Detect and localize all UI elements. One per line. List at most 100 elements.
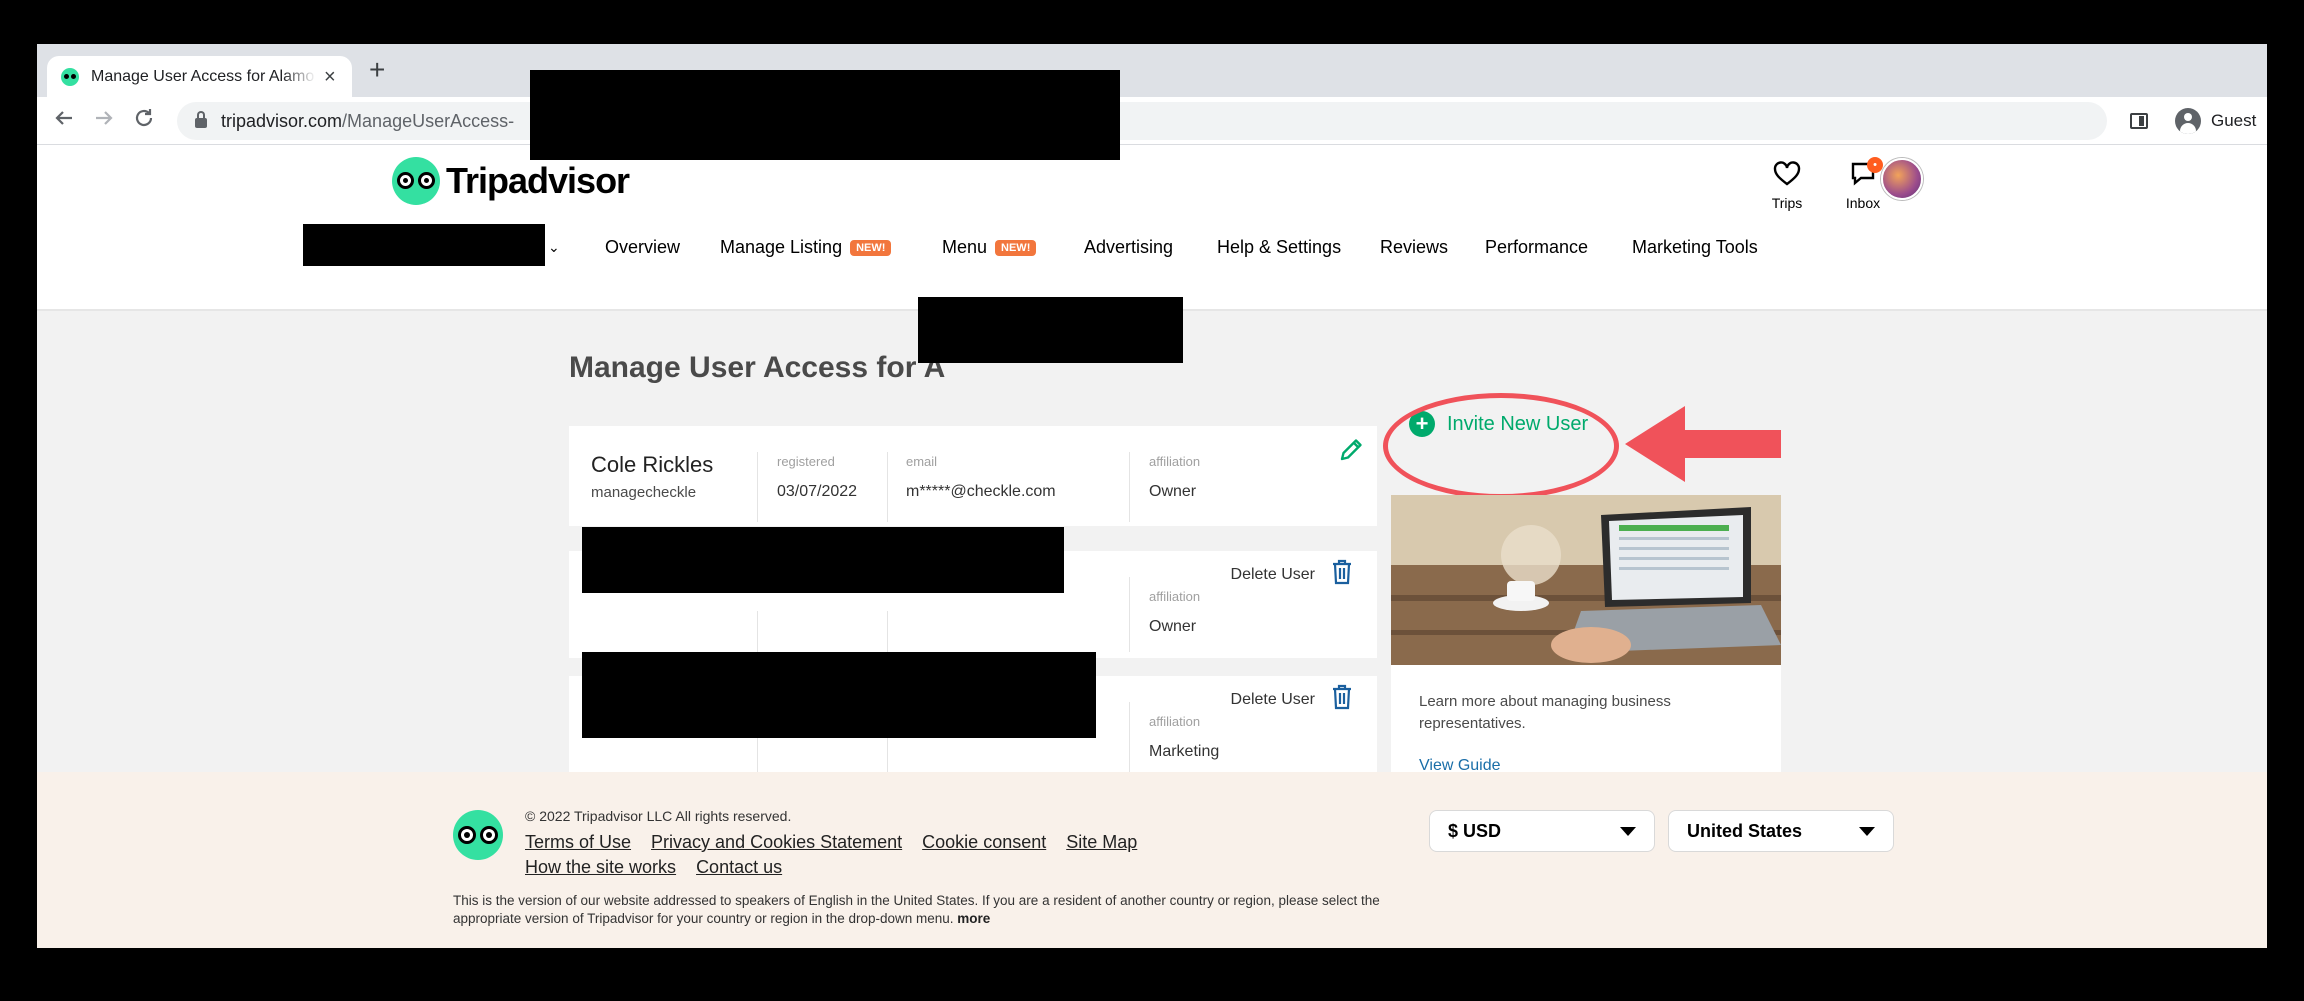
nav-label: Reviews: [1380, 237, 1449, 257]
delete-user-button[interactable]: Delete User: [1231, 684, 1353, 715]
redaction-block: [303, 224, 545, 266]
nav-label: Help & Settings: [1217, 237, 1342, 257]
affiliation-column: affiliation Owner: [1149, 454, 1200, 501]
url-path: /ManageUserAccess-: [342, 110, 515, 131]
new-tab-button[interactable]: +: [369, 56, 385, 84]
chevron-down-icon[interactable]: ⌄: [548, 239, 560, 256]
column-divider: [757, 452, 758, 522]
annotation-arrow-icon: [1625, 404, 1781, 489]
chevron-down-icon: [1620, 826, 1636, 836]
tab-title: Manage User Access for Alamo: [91, 67, 315, 85]
back-arrow-icon[interactable]: [53, 107, 75, 133]
user-card: Cole Rickles managecheckle registered 03…: [569, 426, 1377, 526]
registered-value: 03/07/2022: [777, 483, 858, 500]
lock-icon[interactable]: [195, 111, 207, 128]
owl-logo-icon: [453, 810, 503, 860]
url-host: tripadvisor.com: [221, 110, 343, 131]
tripadvisor-logo[interactable]: Tripadvisor: [392, 157, 630, 205]
guest-profile-button[interactable]: Guest: [2165, 103, 2266, 139]
registered-label: registered: [777, 454, 835, 469]
contact-us-link[interactable]: Contact us: [696, 857, 782, 878]
trash-icon: [1331, 559, 1353, 590]
browser-window: Manage User Access for Alamo × + tripadv…: [37, 44, 2267, 948]
currency-select[interactable]: $ USD: [1429, 810, 1655, 852]
annotation-highlight-oval: [1383, 393, 1619, 499]
nav-label: Manage Listing: [720, 237, 843, 257]
profile-label: Guest: [2211, 111, 2257, 130]
inbox-notification-badge: •: [1867, 157, 1883, 173]
active-tab[interactable]: Manage User Access for Alamo ×: [47, 56, 352, 97]
affiliation-label: affiliation: [1149, 714, 1201, 729]
how-site-works-link[interactable]: How the site works: [525, 857, 676, 878]
more-link[interactable]: more: [957, 911, 990, 926]
nav-performance[interactable]: Performance: [1485, 237, 1588, 258]
user-name: Cole Rickles: [591, 452, 714, 477]
new-badge: NEW!: [995, 239, 1037, 256]
affiliation-value: Owner: [1149, 618, 1197, 635]
nav-overview[interactable]: Overview: [605, 237, 680, 258]
promo-photo: [1391, 495, 1781, 665]
nav-marketing-tools[interactable]: Marketing Tools: [1632, 237, 1758, 258]
site-footer: © 2022 Tripadvisor LLC All rights reserv…: [37, 772, 2267, 948]
promo-text: Learn more about managing business repre…: [1419, 693, 1671, 732]
guest-profile-icon: [2175, 108, 2201, 134]
affiliation-value: Owner: [1149, 483, 1197, 500]
pencil-icon[interactable]: [1337, 436, 1365, 469]
terms-of-use-link[interactable]: Terms of Use: [525, 832, 631, 853]
registered-column: registered 03/07/2022: [777, 454, 857, 501]
affiliation-column: affiliation Owner: [1149, 589, 1200, 636]
trips-button[interactable]: Trips: [1757, 161, 1817, 211]
favicon-owl-icon: [61, 67, 79, 86]
address-bar[interactable]: tripadvisor.com/ManageUserAccess-: [177, 102, 2107, 140]
column-divider: [1129, 452, 1130, 522]
side-panel-icon[interactable]: [2130, 113, 2148, 129]
inbox-label: Inbox: [1845, 195, 1881, 211]
redaction-block: [918, 297, 1183, 363]
close-icon[interactable]: ×: [324, 67, 336, 87]
affiliation-label: affiliation: [1149, 454, 1201, 469]
nav-menu[interactable]: Menu NEW!: [942, 237, 1037, 258]
chevron-down-icon: [1859, 826, 1875, 836]
nav-label: Performance: [1485, 237, 1589, 257]
copyright: © 2022 Tripadvisor LLC All rights reserv…: [525, 808, 792, 824]
browser-toolbar: tripadvisor.com/ManageUserAccess- Guest: [37, 97, 2267, 145]
new-badge: NEW!: [850, 239, 892, 256]
nav-label: Overview: [605, 237, 681, 257]
delete-user-button[interactable]: Delete User: [1231, 559, 1353, 590]
page-title: Manage User Access for A: [569, 351, 946, 384]
trips-label: Trips: [1771, 195, 1803, 211]
column-divider: [1129, 702, 1130, 779]
footer-links: Terms of Use Privacy and Cookies Stateme…: [525, 832, 1225, 878]
redaction-block: [582, 652, 1096, 738]
nav-reviews[interactable]: Reviews: [1380, 237, 1448, 258]
redaction-block: [582, 527, 1064, 593]
email-value: m*****@checkle.com: [906, 483, 1056, 500]
url-text: tripadvisor.com/ManageUserAccess-: [221, 111, 514, 132]
disclaimer-text: This is the version of our website addre…: [453, 893, 1380, 926]
user-avatar[interactable]: [1881, 158, 1923, 200]
redaction-block: [530, 70, 1120, 160]
privacy-link[interactable]: Privacy and Cookies Statement: [651, 832, 902, 853]
cookie-consent-link[interactable]: Cookie consent: [922, 832, 1046, 853]
nav-help-settings[interactable]: Help & Settings: [1217, 237, 1341, 258]
site-map-link[interactable]: Site Map: [1066, 832, 1137, 853]
reload-icon[interactable]: [133, 107, 155, 133]
promo-card: Learn more about managing business repre…: [1391, 495, 1781, 801]
trash-icon: [1331, 684, 1353, 715]
nav-label: Menu: [942, 237, 988, 257]
affiliation-column: affiliation Marketing: [1149, 714, 1219, 761]
delete-user-label: Delete User: [1230, 565, 1315, 583]
country-value: United States: [1687, 820, 1803, 841]
affiliation-value: Marketing: [1149, 743, 1220, 760]
main-content: Manage User Access for A Cole Rickles ma…: [37, 311, 2267, 801]
country-select[interactable]: United States: [1668, 810, 1894, 852]
forward-arrow-icon[interactable]: [93, 107, 115, 133]
column-divider: [887, 611, 888, 658]
heart-icon: [1757, 161, 1817, 191]
affiliation-label: affiliation: [1149, 589, 1201, 604]
email-column: email m*****@checkle.com: [906, 454, 1056, 501]
nav-advertising[interactable]: Advertising: [1084, 237, 1173, 258]
nav-label: Marketing Tools: [1632, 237, 1758, 257]
nav-label: Advertising: [1084, 237, 1174, 257]
nav-manage-listing[interactable]: Manage Listing NEW!: [720, 237, 892, 258]
